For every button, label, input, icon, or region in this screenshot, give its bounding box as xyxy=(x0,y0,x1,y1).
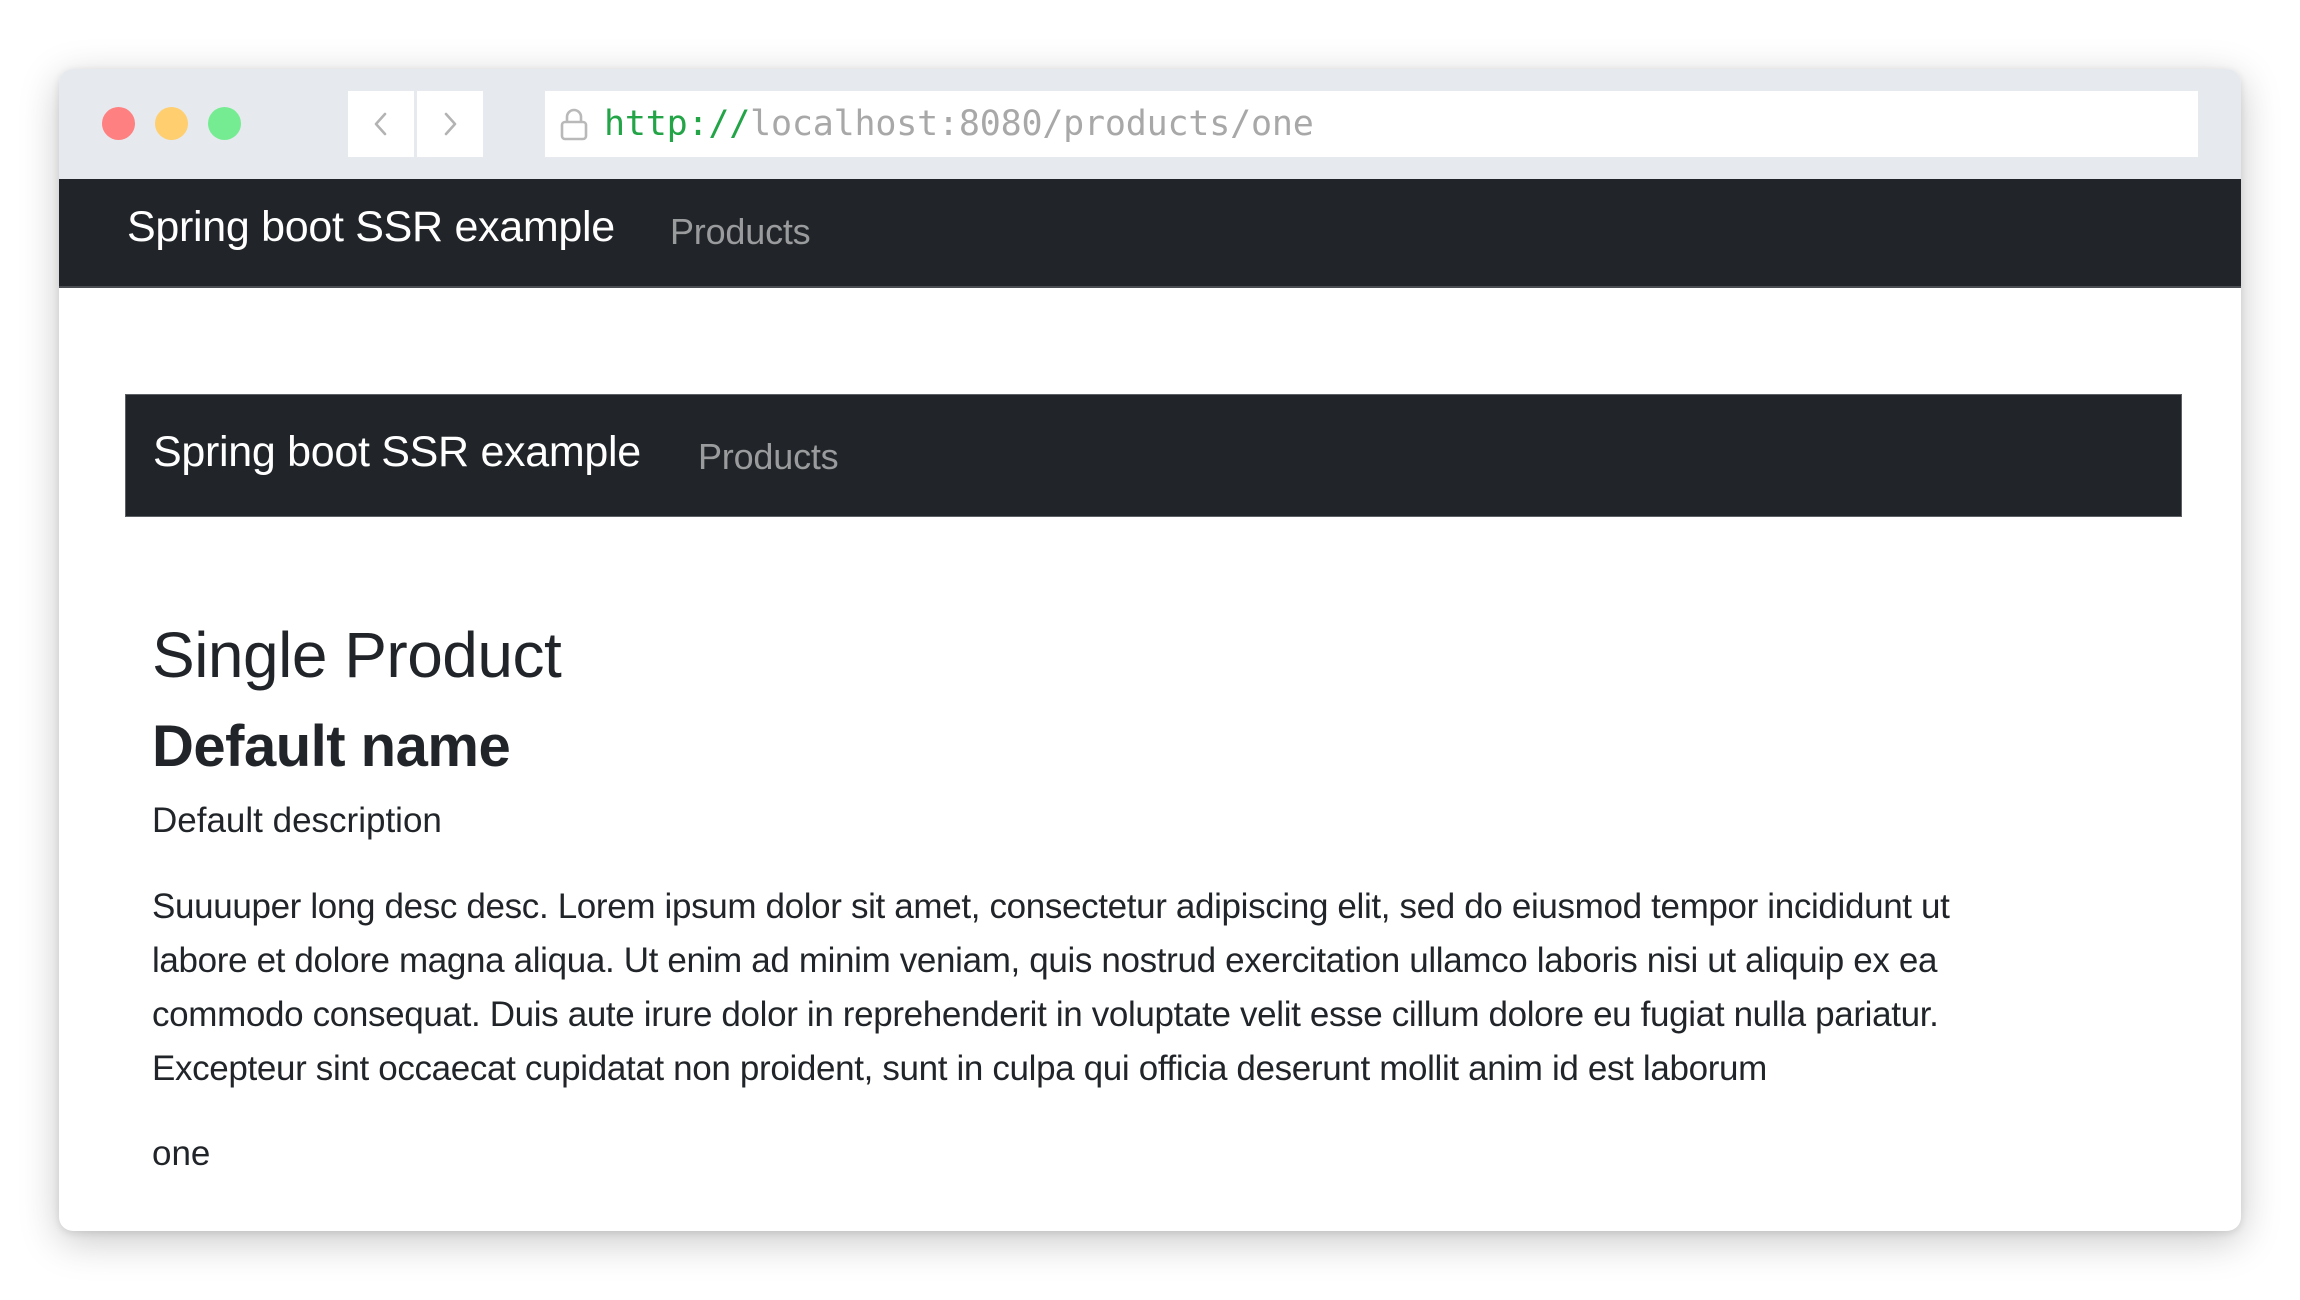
product-name: Default name xyxy=(152,714,511,779)
maximize-window-button[interactable] xyxy=(208,107,241,140)
url-path: localhost:8080/products/one xyxy=(750,104,1314,144)
browser-window: http://localhost:8080/products/one Sprin… xyxy=(59,69,2241,1231)
product-description: Default description xyxy=(152,801,442,840)
long-description-line: Excepteur sint occaecat cupidatat non pr… xyxy=(152,1049,1767,1088)
nav-link-products[interactable]: Products xyxy=(670,211,811,253)
product-id: one xyxy=(152,1134,211,1173)
inner-nav-link-products[interactable]: Products xyxy=(698,436,839,478)
address-bar[interactable]: http://localhost:8080/products/one xyxy=(545,91,2198,157)
page-title: Single Product xyxy=(152,619,562,691)
forward-button[interactable] xyxy=(417,91,483,157)
back-button[interactable] xyxy=(348,91,414,157)
long-description-line: Suuuuper long desc desc. Lorem ipsum dol… xyxy=(152,887,1950,926)
chevron-left-icon xyxy=(374,112,387,136)
lock-icon xyxy=(560,108,588,141)
url-text[interactable]: http://localhost:8080/products/one xyxy=(604,91,1314,157)
top-navbar: Spring boot SSR example Products xyxy=(59,179,2241,288)
navbar-brand[interactable]: Spring boot SSR example xyxy=(127,203,615,252)
product-long-description: Suuuuper long desc desc. Lorem ipsum dol… xyxy=(152,880,1950,1096)
inner-navbar-brand[interactable]: Spring boot SSR example xyxy=(153,428,641,477)
minimize-window-button[interactable] xyxy=(155,107,188,140)
long-description-line: commodo consequat. Duis aute irure dolor… xyxy=(152,995,1939,1034)
url-scheme: http:// xyxy=(604,104,751,144)
long-description-line: labore et dolore magna aliqua. Ut enim a… xyxy=(152,941,1938,980)
chevron-right-icon xyxy=(444,112,457,136)
close-window-button[interactable] xyxy=(102,107,135,140)
browser-titlebar: http://localhost:8080/products/one xyxy=(59,69,2241,179)
inner-navbar: Spring boot SSR example Products xyxy=(125,394,2182,517)
